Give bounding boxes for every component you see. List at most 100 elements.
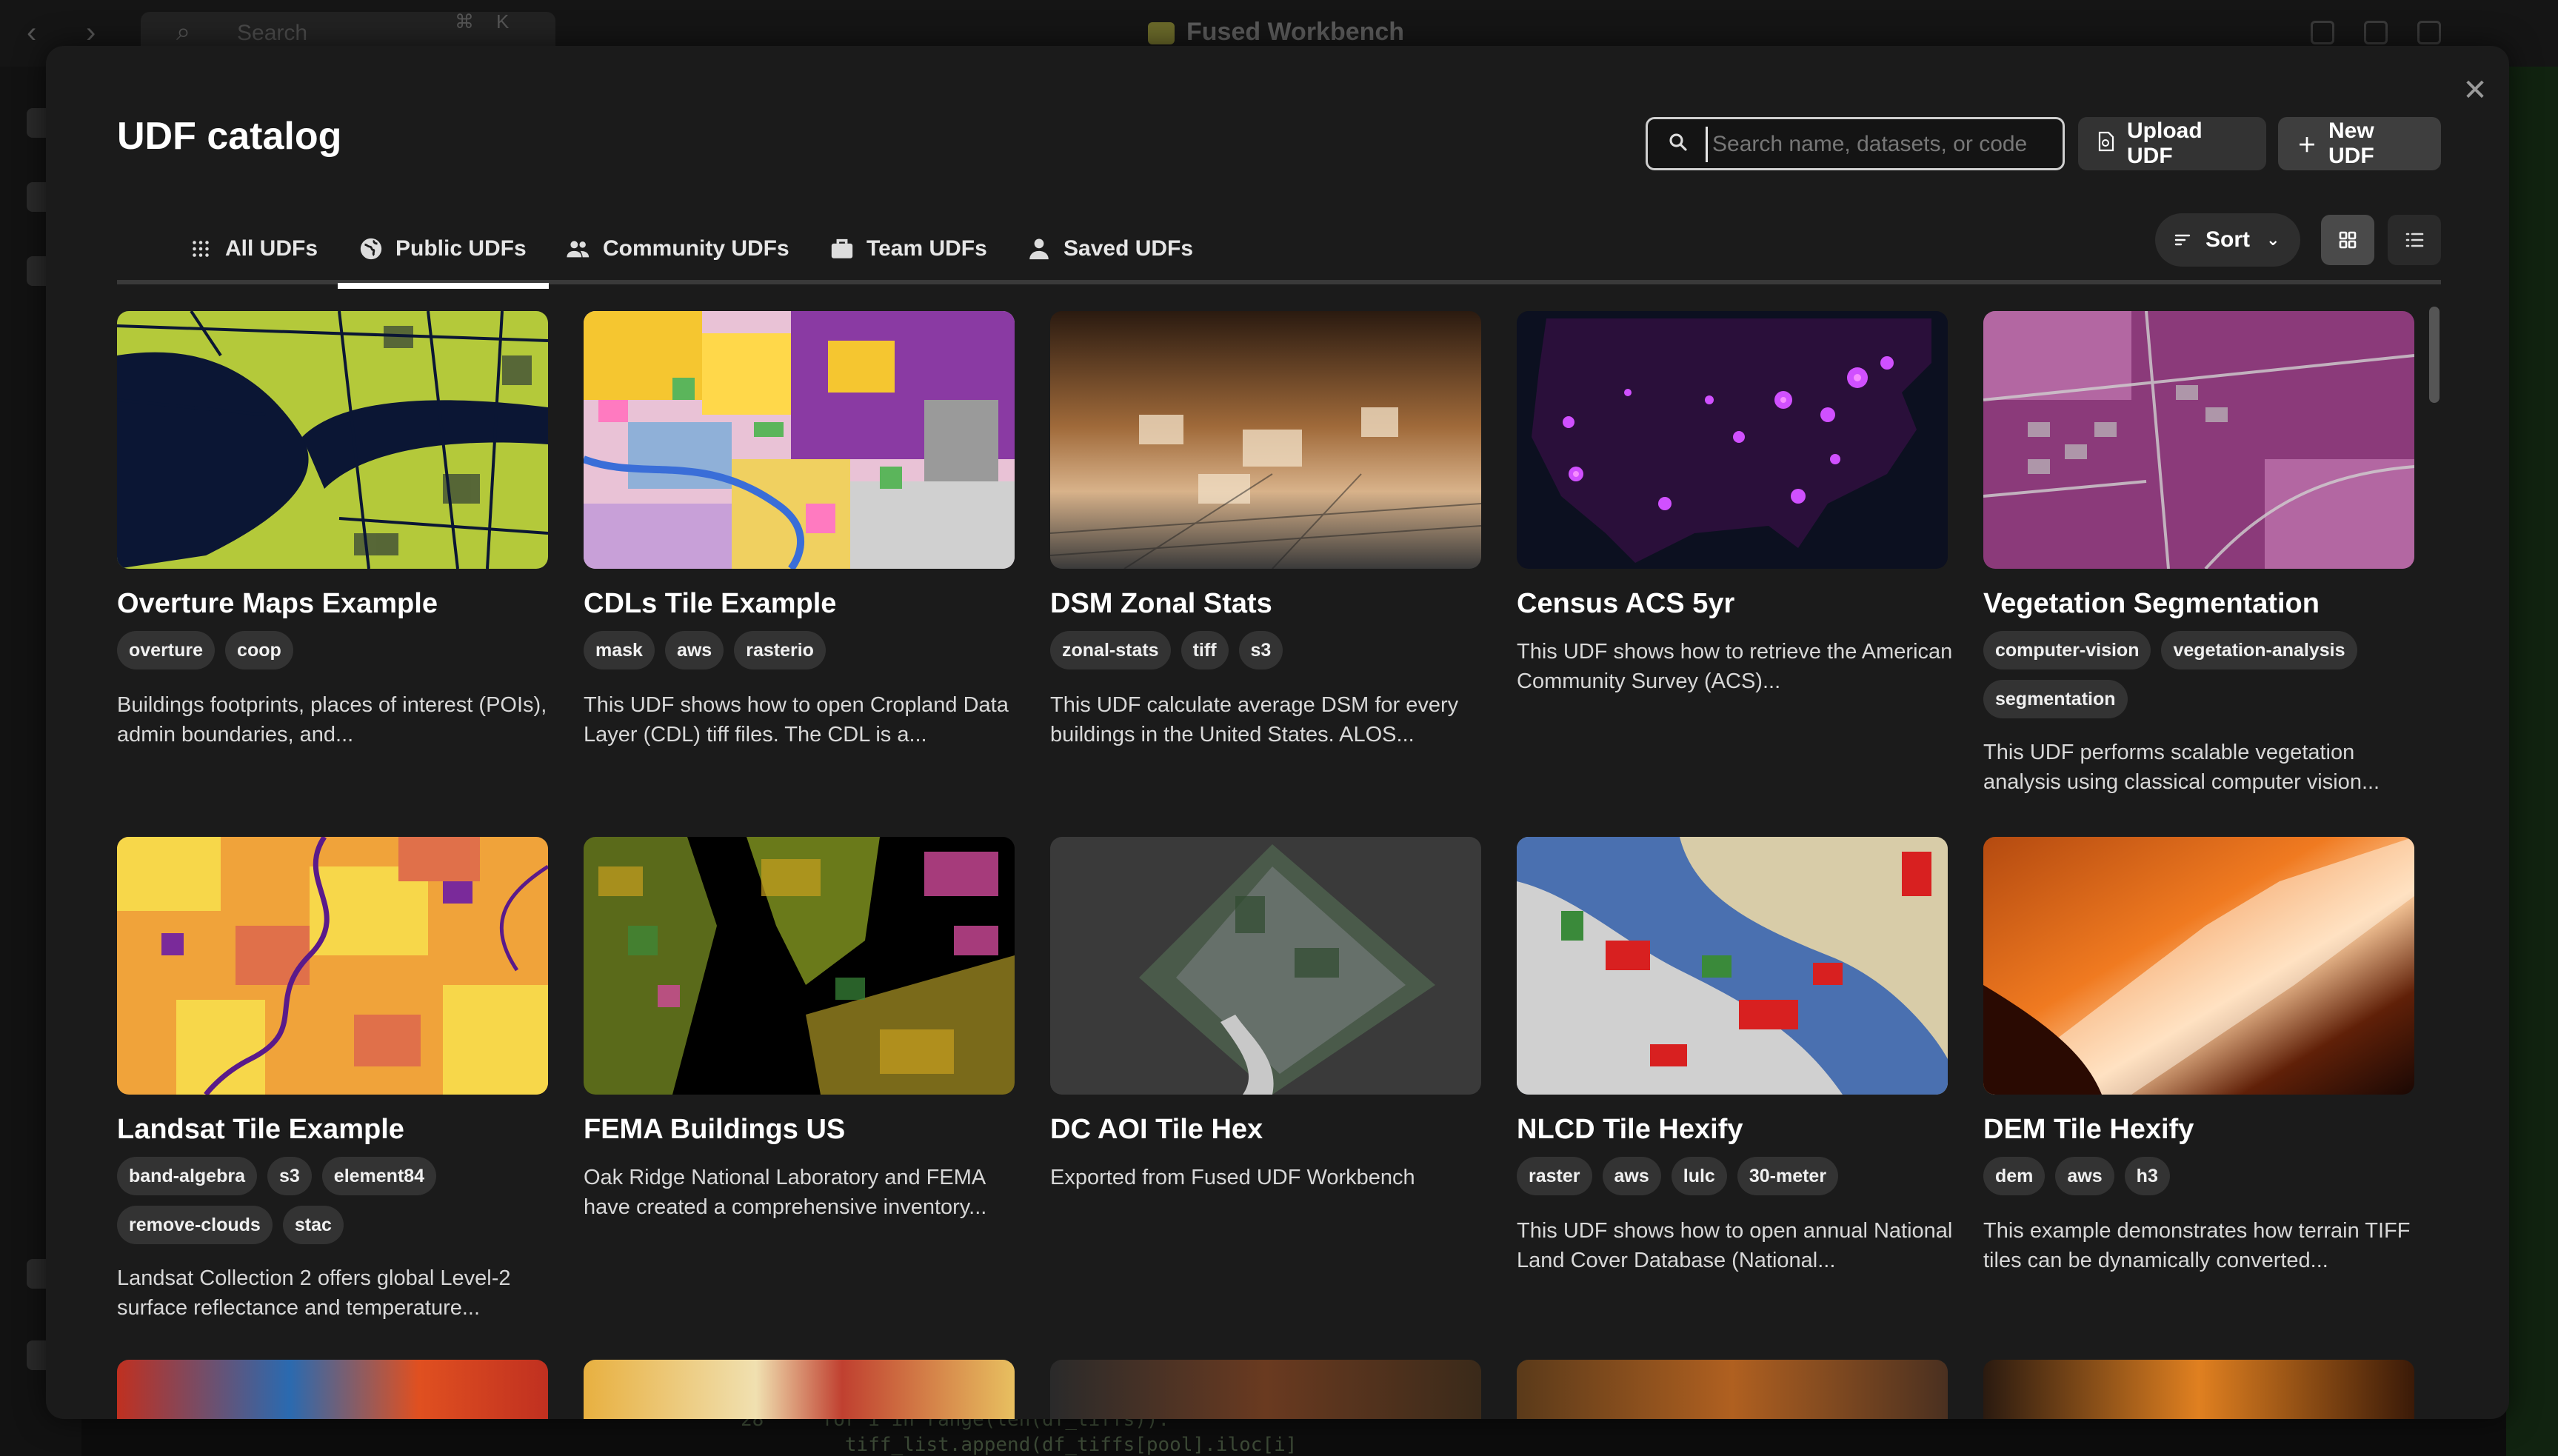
udf-card-census-acs[interactable]: Census ACS 5yr This UDF shows how to ret… xyxy=(1517,311,1952,785)
grid-view-button[interactable] xyxy=(2321,215,2374,265)
udf-thumbnail[interactable] xyxy=(1050,311,1481,569)
forward-arrow-icon[interactable]: › xyxy=(86,16,96,50)
close-icon[interactable]: ✕ xyxy=(2453,68,2497,113)
people-icon xyxy=(567,241,590,258)
udf-tag[interactable]: zonal-stats xyxy=(1050,631,1171,669)
upload-udf-button[interactable]: Upload UDF xyxy=(2078,117,2266,170)
search-icon xyxy=(1669,133,1687,151)
udf-card-nlcd-tile-hexify[interactable]: NLCD Tile Hexify raster aws lulc 30-mete… xyxy=(1517,837,1952,1355)
udf-description: This example demonstrates how terrain TI… xyxy=(1983,1219,2411,1272)
udf-thumbnail-partial[interactable] xyxy=(1517,1360,1948,1419)
tab-label: Public UDFs xyxy=(395,236,527,261)
panel-right-icon[interactable] xyxy=(2417,21,2441,44)
plus-icon: ＋ xyxy=(2297,133,2317,156)
catalog-search[interactable] xyxy=(1646,117,2065,170)
tab-saved-udfs[interactable]: Saved UDFs xyxy=(1026,213,1193,284)
app-logo-icon xyxy=(1148,22,1175,45)
udf-card-vegetation-segmentation[interactable]: Vegetation Segmentation computer-vision … xyxy=(1983,311,2414,829)
udf-tag[interactable]: raster xyxy=(1517,1157,1592,1195)
tab-community-udfs[interactable]: Community UDFs xyxy=(566,213,789,284)
udf-thumbnail[interactable] xyxy=(1050,837,1481,1095)
tab-label: All UDFs xyxy=(225,236,318,261)
modal-title: UDF catalog xyxy=(117,115,342,158)
udf-thumbnail-partial[interactable] xyxy=(584,1360,1015,1419)
udf-tag[interactable]: rasterio xyxy=(734,631,826,669)
panel-left-icon[interactable] xyxy=(2311,21,2334,44)
udf-tag[interactable]: band-algebra xyxy=(117,1157,257,1195)
person-icon xyxy=(1029,238,1049,260)
udf-description: This UDF shows how to retrieve the Ameri… xyxy=(1517,640,1953,693)
udf-catalog-modal: ✕ UDF catalog Upload UDF ＋ New UDF All U… xyxy=(46,46,2509,1419)
udf-tag[interactable]: aws xyxy=(1602,1157,1661,1195)
tab-label: Saved UDFs xyxy=(1063,236,1194,261)
udf-title: DC AOI Tile Hex xyxy=(1050,1114,1263,1145)
udf-tag[interactable]: lulc xyxy=(1671,1157,1727,1195)
udf-tag[interactable]: segmentation xyxy=(1983,680,2128,718)
udf-title: Vegetation Segmentation xyxy=(1983,588,2320,619)
udf-tag[interactable]: h3 xyxy=(2124,1157,2170,1195)
udf-thumbnail[interactable] xyxy=(584,837,1015,1095)
udf-tag[interactable]: coop xyxy=(225,631,293,669)
udf-card-dem-tile-hexify[interactable]: DEM Tile Hexify dem aws h3 This example … xyxy=(1983,837,2414,1355)
back-arrow-icon[interactable]: ‹ xyxy=(27,16,36,50)
new-udf-button[interactable]: ＋ New UDF xyxy=(2278,117,2441,170)
list-view-button[interactable] xyxy=(2388,215,2441,265)
grid-view-icon xyxy=(2339,231,2357,249)
udf-tag[interactable]: dem xyxy=(1983,1157,2046,1195)
panel-center-icon[interactable] xyxy=(2364,21,2388,44)
udf-description: This UDF shows how to open Cropland Data… xyxy=(584,693,1009,747)
udf-tag[interactable]: s3 xyxy=(1238,631,1283,669)
chevron-down-icon: ⌄ xyxy=(2266,230,2280,249)
udf-thumbnail[interactable] xyxy=(117,311,548,569)
udf-thumbnail[interactable] xyxy=(117,837,548,1095)
udf-title: NLCD Tile Hexify xyxy=(1517,1114,1743,1145)
sort-button[interactable]: Sort ⌄ xyxy=(2155,213,2300,267)
udf-tag[interactable]: vegetation-analysis xyxy=(2161,631,2357,669)
udf-tag[interactable]: s3 xyxy=(267,1157,312,1195)
udf-card-dc-aoi-tile-hex[interactable]: DC AOI Tile Hex Exported from Fused UDF … xyxy=(1050,837,1481,1311)
udf-tag[interactable]: overture xyxy=(117,631,216,669)
udf-tag[interactable]: 30-meter xyxy=(1737,1157,1839,1195)
udf-title: FEMA Buildings US xyxy=(584,1114,846,1145)
udf-card-landsat-tile[interactable]: Landsat Tile Example band-algebra s3 ele… xyxy=(117,837,548,1355)
udf-thumbnail[interactable] xyxy=(1983,311,2414,569)
udf-description: Buildings footprints, places of interest… xyxy=(117,693,547,747)
udf-tags: raster aws lulc 30-meter xyxy=(1517,1157,1961,1195)
sort-label: Sort xyxy=(2205,227,2250,252)
udf-description: Exported from Fused UDF Workbench xyxy=(1050,1166,1415,1189)
udf-thumbnail-partial[interactable] xyxy=(1983,1360,2414,1419)
udf-thumbnail[interactable] xyxy=(1983,837,2414,1095)
udf-card-overture-maps[interactable]: Overture Maps Example overture coop Buil… xyxy=(117,311,548,785)
udf-thumbnail-partial[interactable] xyxy=(1050,1360,1481,1419)
udf-tag[interactable]: stac xyxy=(282,1206,344,1244)
udf-thumbnail-partial[interactable] xyxy=(117,1360,548,1419)
tab-public-udfs[interactable]: Public UDFs xyxy=(338,213,549,289)
shortcut-cmd-key: ⌘ xyxy=(455,10,474,33)
app-title-text: Fused Workbench xyxy=(1186,18,1405,46)
tab-label: Team UDFs xyxy=(866,236,987,261)
tab-team-udfs[interactable]: Team UDFs xyxy=(829,213,987,284)
udf-tags: zonal-stats tiff s3 xyxy=(1050,631,1495,669)
udf-card-fema-buildings[interactable]: FEMA Buildings US Oak Ridge National Lab… xyxy=(584,837,1015,1311)
udf-tag[interactable]: computer-vision xyxy=(1983,631,2151,669)
udf-thumbnail[interactable] xyxy=(1517,837,1948,1095)
udf-tag[interactable]: mask xyxy=(584,631,655,669)
udf-tag[interactable]: element84 xyxy=(321,1157,437,1195)
udf-thumbnail[interactable] xyxy=(1517,311,1948,569)
udf-tag[interactable]: remove-clouds xyxy=(117,1206,273,1244)
catalog-scrollbar[interactable] xyxy=(2429,307,2440,403)
udf-tag[interactable]: tiff xyxy=(1181,631,1229,669)
udf-tag[interactable]: aws xyxy=(2055,1157,2114,1195)
catalog-search-input[interactable] xyxy=(1706,127,2054,162)
map-panel-edge xyxy=(2506,67,2558,1456)
udf-title: Overture Maps Example xyxy=(117,588,438,619)
udf-thumbnail[interactable] xyxy=(584,311,1015,569)
udf-tags: band-algebra s3 element84 remove-clouds … xyxy=(117,1157,561,1244)
udf-description: This UDF shows how to open annual Nation… xyxy=(1517,1219,1953,1272)
tab-all-udfs[interactable]: All UDFs xyxy=(188,213,318,284)
udf-card-cdls-tile[interactable]: CDLs Tile Example mask aws rasterio This… xyxy=(584,311,1015,785)
udf-card-dsm-zonal-stats[interactable]: DSM Zonal Stats zonal-stats tiff s3 This… xyxy=(1050,311,1481,785)
sort-lines-icon xyxy=(2174,229,2191,252)
briefcase-icon xyxy=(831,238,853,258)
udf-tag[interactable]: aws xyxy=(664,631,724,669)
